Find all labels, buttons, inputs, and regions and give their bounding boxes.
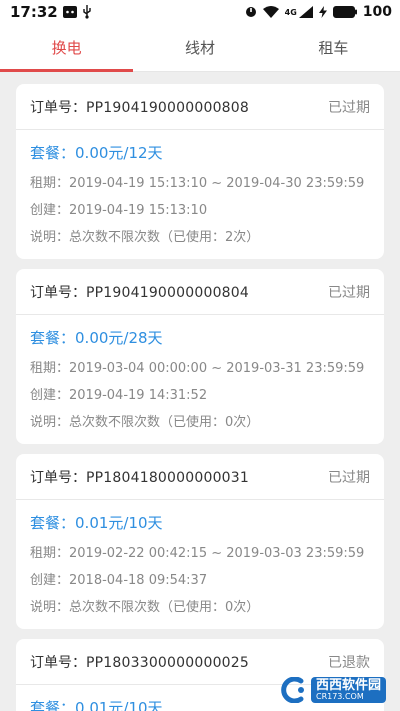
order-status: 已过期 [328,99,370,116]
order-card-body: 套餐：0.00元/12天 租期：2019-04-19 15:13:10 ~ 20… [16,130,384,259]
order-card[interactable]: 订单号：PP1804180000000031 已过期 套餐：0.01元/10天 … [16,454,384,629]
order-number: 订单号：PP1803300000000025 [30,652,249,672]
battery-level: 100 [362,4,392,20]
order-number-label: 订单号： [30,654,86,671]
order-note: 说明：总次数不限次数（已使用：0次） [30,596,370,615]
order-number-value: PP1804180000000031 [86,469,250,486]
notification-icon [62,6,77,18]
order-status: 已过期 [328,469,370,486]
order-number: 订单号：PP1804180000000031 [30,467,249,487]
order-rent-period: 租期：2019-02-22 00:42:15 ~ 2019-03-03 23:5… [30,542,370,561]
note-label: 说明： [30,230,70,245]
package-label: 套餐： [30,514,76,532]
created-value: 2019-04-19 15:13:10 [69,203,208,218]
status-bar-left: 17:32 [10,3,92,21]
order-number: 订单号：PP1904190000000808 [30,97,249,117]
tab-bar: 换电 线材 租车 [0,24,400,72]
note-label: 说明： [30,415,70,430]
status-time: 17:32 [10,3,58,21]
order-number-label: 订单号： [30,284,86,301]
order-card-header: 订单号：PP1804180000000031 已过期 [16,454,384,500]
screen: 17:32 4G 100 换电 线材 租车 订单号：PP190419000000… [0,0,400,711]
order-package: 套餐：0.00元/28天 [30,327,370,348]
order-created: 创建：2019-04-19 14:31:52 [30,384,370,403]
watermark-url: CR173.COM [315,691,364,701]
package-value: 0.01元/10天 [75,514,163,532]
rent-period-label: 租期： [30,176,70,191]
package-label: 套餐： [30,144,76,162]
order-number: 订单号：PP1904190000000804 [30,282,249,302]
order-number-value: PP1904190000000804 [86,284,250,301]
order-created: 创建：2018-04-18 09:54:37 [30,569,370,588]
created-value: 2019-04-19 14:31:52 [69,388,208,403]
order-package: 套餐：0.00元/12天 [30,142,370,163]
tab-cables[interactable]: 线材 [133,24,266,71]
package-value: 0.00元/28天 [75,329,163,347]
order-card-header: 订单号：PP1904190000000804 已过期 [16,269,384,315]
package-value: 0.01元/10天 [75,699,163,711]
tab-battery-swap[interactable]: 换电 [0,24,134,72]
order-card-body: 套餐：0.00元/28天 租期：2019-03-04 00:00:00 ~ 20… [16,315,384,444]
order-note: 说明：总次数不限次数（已使用：2次） [30,226,370,245]
package-label: 套餐： [30,329,76,347]
rent-period-value: 2019-03-04 00:00:00 ~ 2019-03-31 23:59:5… [69,361,365,376]
package-value: 0.00元/12天 [75,144,163,162]
order-number-label: 订单号： [30,469,86,486]
order-number-value: PP1803300000000025 [86,654,250,671]
order-rent-period: 租期：2019-04-19 15:13:10 ~ 2019-04-30 23:5… [30,172,370,191]
created-value: 2018-04-18 09:54:37 [69,573,208,588]
watermark-box: 西西软件园 CR173.COM [310,676,386,703]
note-value: 总次数不限次数（已使用：2次） [69,230,260,245]
created-label: 创建： [30,203,70,218]
order-card[interactable]: 订单号：PP1904190000000804 已过期 套餐：0.00元/28天 … [16,269,384,444]
order-created: 创建：2019-04-19 15:13:10 [30,199,370,218]
order-number-label: 订单号： [30,99,86,116]
rent-period-value: 2019-04-19 15:13:10 ~ 2019-04-30 23:59:5… [69,176,365,191]
order-note: 说明：总次数不限次数（已使用：0次） [30,411,370,430]
order-package: 套餐：0.01元/10天 [30,512,370,533]
created-label: 创建： [30,388,70,403]
usb-icon [82,5,92,19]
charging-icon [318,6,327,18]
order-status: 已退款 [328,654,370,671]
status-bar: 17:32 4G 100 [0,0,400,24]
order-card[interactable]: 订单号：PP1904190000000808 已过期 套餐：0.00元/12天 … [16,84,384,259]
network-label: 4G [284,8,297,17]
rent-period-value: 2019-02-22 00:42:15 ~ 2019-03-03 23:59:5… [69,546,365,561]
note-value: 总次数不限次数（已使用：0次） [69,415,260,430]
note-label: 说明： [30,600,70,615]
order-status: 已过期 [328,284,370,301]
created-label: 创建： [30,573,70,588]
rent-period-label: 租期： [30,546,70,561]
alarm-icon [245,6,257,18]
note-value: 总次数不限次数（已使用：0次） [69,600,260,615]
battery-icon [332,6,357,18]
rent-period-label: 租期： [30,361,70,376]
watermark-logo-icon [279,676,307,703]
tab-car-rental[interactable]: 租车 [267,24,400,71]
watermark: 西西软件园 CR173.COM [279,676,386,703]
order-number-value: PP1904190000000808 [86,99,250,116]
order-card-header: 订单号：PP1904190000000808 已过期 [16,84,384,130]
package-label: 套餐： [30,699,76,711]
watermark-title: 西西软件园 [315,677,381,693]
order-card-body: 套餐：0.01元/10天 租期：2019-02-22 00:42:15 ~ 20… [16,500,384,629]
status-bar-right: 4G 100 [245,4,392,20]
order-rent-period: 租期：2019-03-04 00:00:00 ~ 2019-03-31 23:5… [30,357,370,376]
order-list: 订单号：PP1904190000000808 已过期 套餐：0.00元/12天 … [0,72,400,711]
wifi-icon [262,6,279,18]
signal-icon [298,6,313,18]
